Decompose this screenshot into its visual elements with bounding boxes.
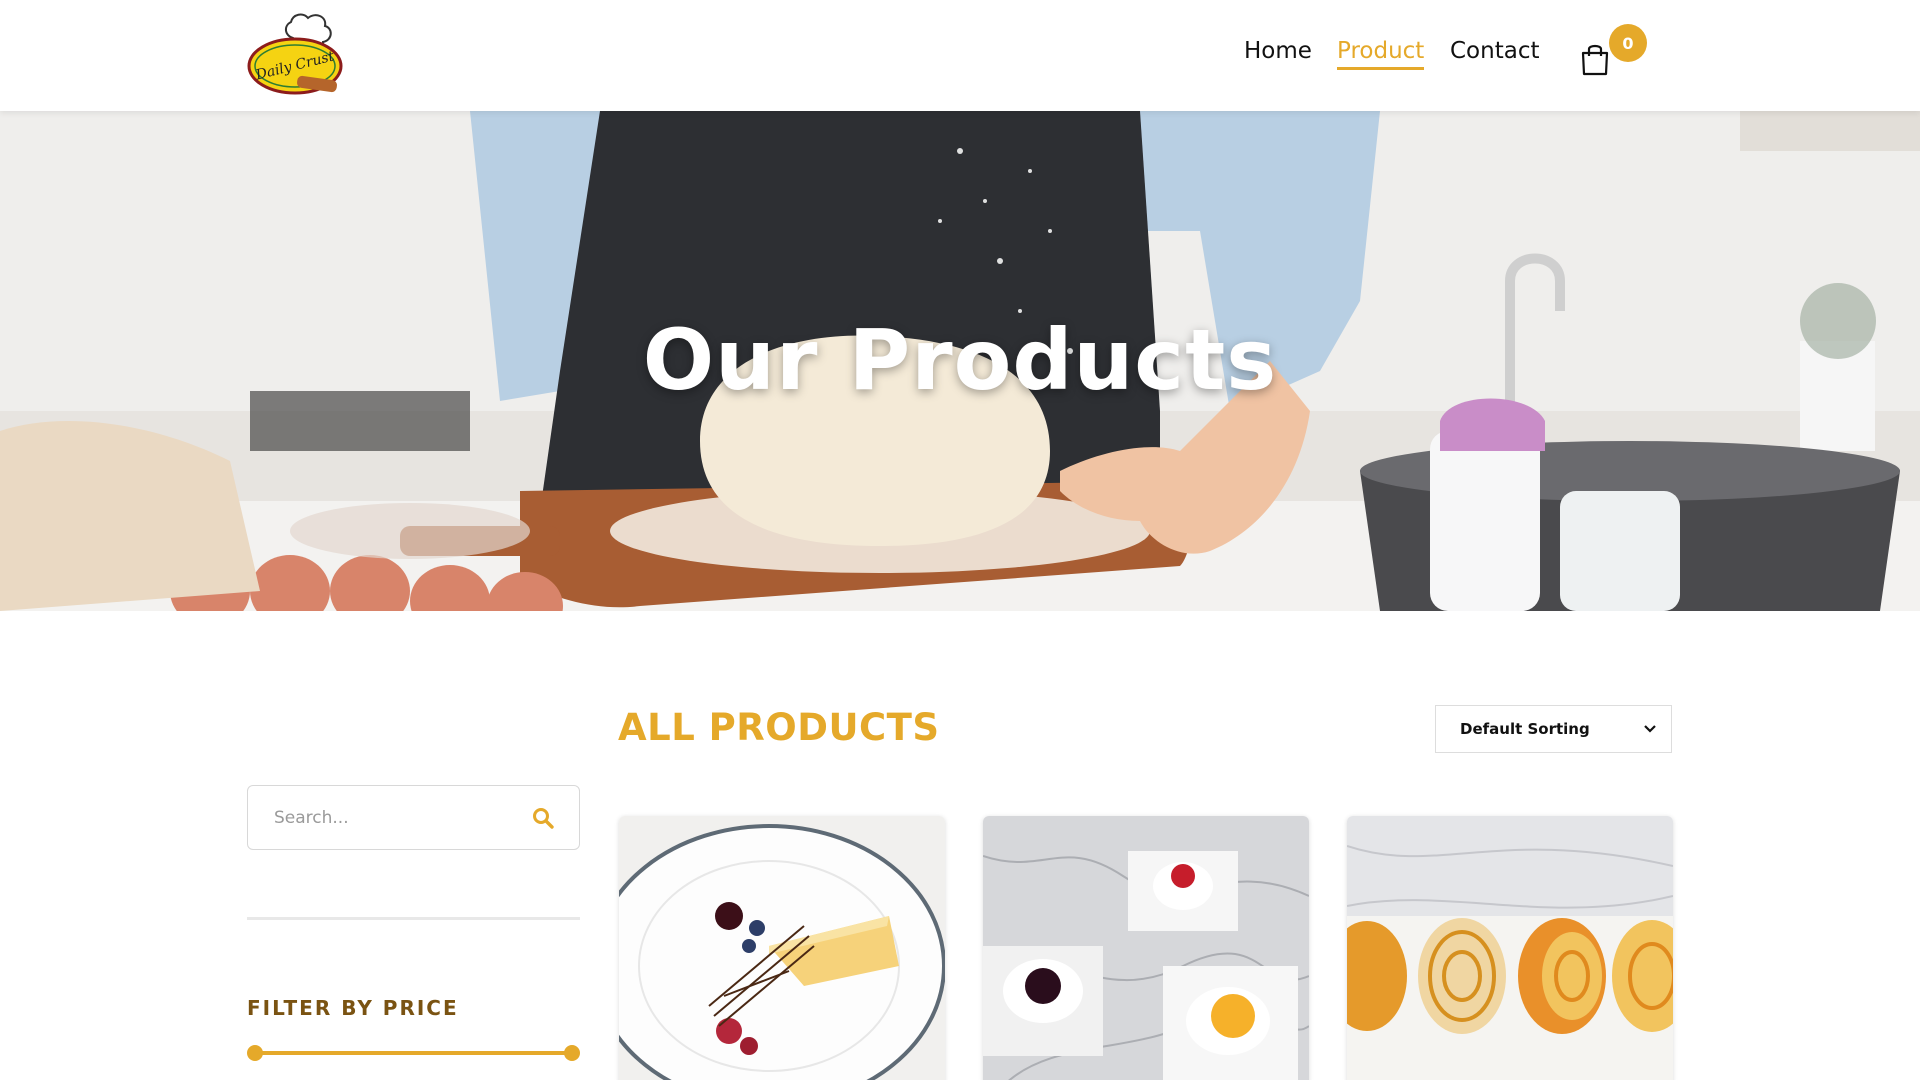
product-image-pavlova [983,816,1309,1080]
price-range-slider[interactable] [247,1045,580,1061]
chevron-down-icon [1644,725,1656,733]
nav-home[interactable]: Home [1244,38,1312,64]
nav-contact[interactable]: Contact [1450,38,1539,64]
price-range-track [255,1051,572,1055]
product-card-pavlova[interactable] [983,816,1309,1080]
shopping-bag-icon[interactable] [1580,42,1610,76]
section-title: ALL PRODUCTS [618,706,940,749]
site-header: Daily Crust Home Product Contact 0 [0,0,1920,111]
search-placeholder: Search... [274,808,349,828]
sort-select-value: Default Sorting [1460,720,1590,738]
search-icon[interactable] [531,806,555,830]
product-image-swiss-roll [1347,816,1673,1080]
sidebar-divider [247,917,580,920]
hero-banner: Our Products [0,111,1920,611]
sort-select[interactable]: Default Sorting [1435,705,1672,753]
search-input[interactable]: Search... [247,785,580,850]
price-range-max-handle[interactable] [564,1045,580,1061]
brand-logo[interactable]: Daily Crust [245,8,350,104]
hero-title: Our Products [642,311,1278,409]
product-card-swiss-roll[interactable] [1347,816,1673,1080]
filter-by-price-title: FILTER BY PRICE [247,996,459,1020]
price-range-min-handle[interactable] [247,1045,263,1061]
nav-product[interactable]: Product [1337,38,1425,70]
cart-count-badge[interactable]: 0 [1609,24,1647,62]
product-card-cheesecake[interactable] [619,816,945,1080]
product-image-cheesecake [619,816,945,1080]
